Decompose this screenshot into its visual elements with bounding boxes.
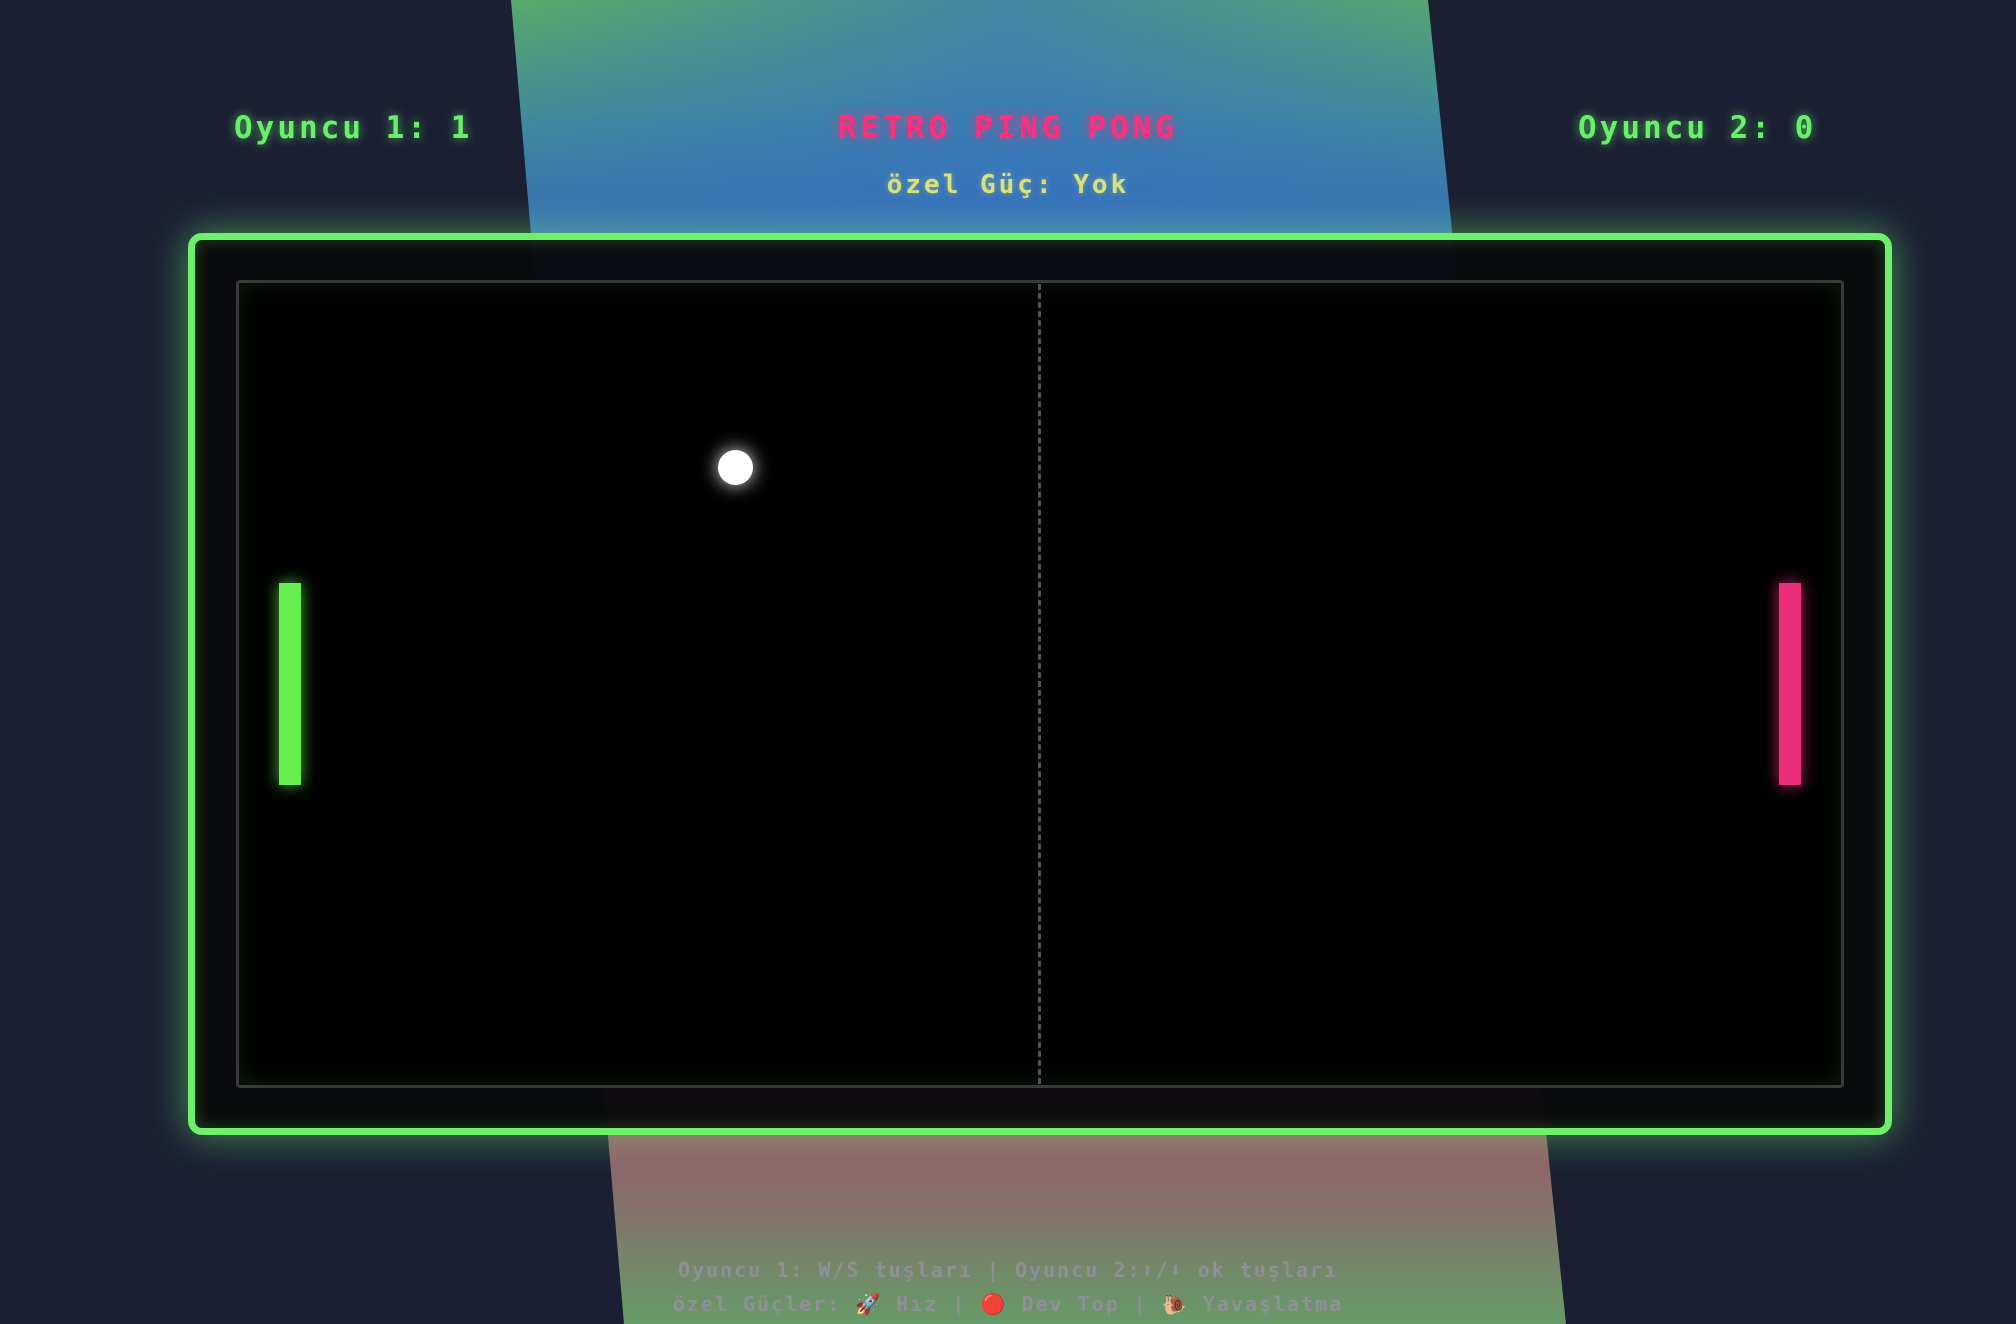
separator: |	[986, 1258, 1001, 1282]
power-big-ball: Dev Top	[1021, 1292, 1120, 1316]
game-screen: Oyuncu 1: 1 RETRO PING PONG Oyuncu 2: 0 …	[0, 0, 2016, 1324]
separator: |	[952, 1292, 967, 1316]
arrow-down-icon: ⬇	[1169, 1258, 1184, 1282]
player2-controls-prefix: Oyuncu 2:	[1015, 1258, 1142, 1282]
arrow-up-icon: ⬆	[1141, 1258, 1156, 1282]
arrow-separator: /	[1155, 1258, 1170, 1282]
powers-help: özel Güçler: 🚀 Hız | 🔴 Dev Top | 🐌 Yavaş…	[0, 1292, 2016, 1316]
special-power-status: özel Güç: Yok	[0, 170, 2016, 200]
special-power-label: özel Güç:	[886, 170, 1055, 200]
special-power-value: Yok	[1073, 170, 1130, 200]
snail-icon: 🐌	[1161, 1292, 1189, 1316]
red-ball-icon: 🔴	[980, 1292, 1008, 1316]
powers-label: özel Güçler:	[672, 1292, 842, 1316]
player2-label: Oyuncu 2:	[1578, 110, 1773, 146]
separator: |	[1133, 1292, 1148, 1316]
rocket-icon: 🚀	[855, 1292, 883, 1316]
player2-score: Oyuncu 2: 0	[1578, 110, 1816, 146]
ball	[718, 450, 753, 485]
controls-help: Oyuncu 1: W/S tuşları | Oyuncu 2:⬆/⬇ ok …	[0, 1258, 2016, 1282]
player2-controls-suffix: ok tuşları	[1197, 1258, 1338, 1282]
player2-score-value: 0	[1794, 110, 1817, 146]
power-slow: Yavaşlatma	[1202, 1292, 1344, 1316]
center-net	[1038, 284, 1041, 1084]
right-paddle	[1779, 583, 1801, 785]
power-speed: Hız	[896, 1292, 939, 1316]
player1-controls: Oyuncu 1: W/S tuşları	[678, 1258, 973, 1282]
left-paddle	[279, 583, 301, 785]
